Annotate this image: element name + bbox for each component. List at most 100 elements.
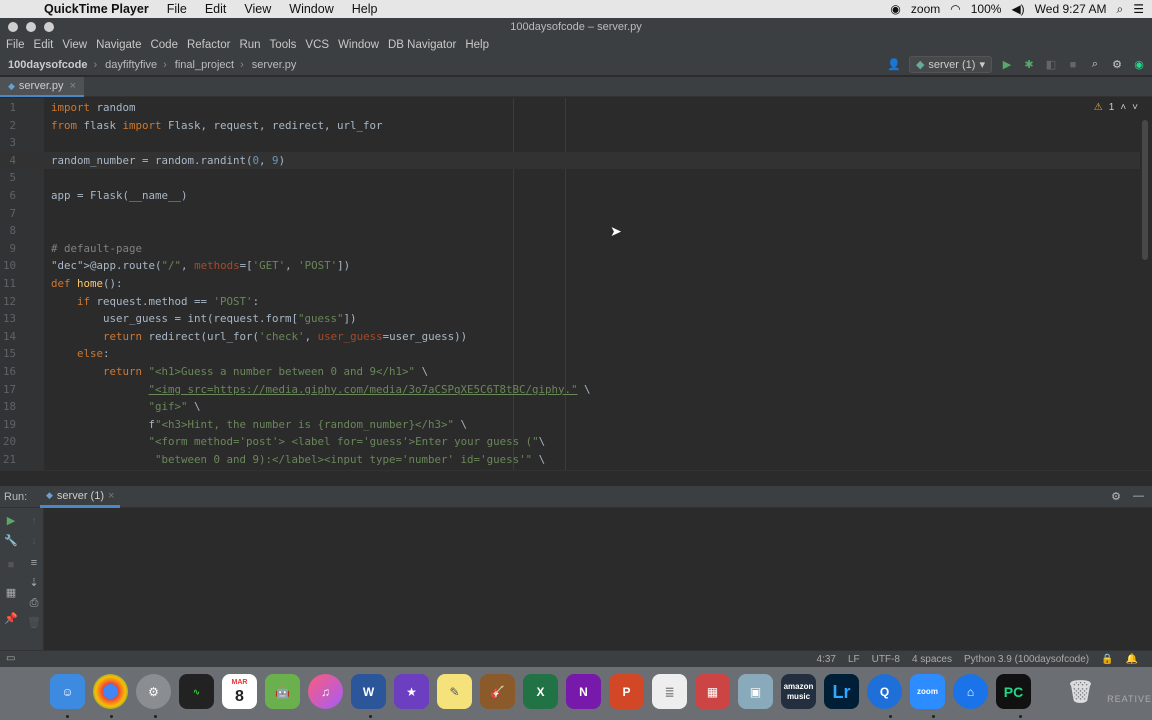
- run-icon[interactable]: ▶: [1000, 58, 1014, 72]
- photo-booth-icon[interactable]: ▦: [695, 674, 730, 709]
- pin-icon[interactable]: 📌: [4, 612, 18, 626]
- zoom-status[interactable]: zoom: [911, 2, 940, 16]
- menu-view[interactable]: View: [244, 2, 271, 16]
- editor-scrollbar[interactable]: [1142, 120, 1148, 260]
- ide-menu-db-navigator[interactable]: DB Navigator: [388, 39, 456, 51]
- code-line[interactable]: 19 f"<h3>Hint, the number is {random_num…: [0, 416, 1140, 434]
- wrench-icon[interactable]: 🔧: [4, 534, 18, 548]
- code-line[interactable]: 5: [0, 169, 1140, 187]
- excel-icon[interactable]: X: [523, 674, 558, 709]
- control-center-icon[interactable]: ☰: [1133, 2, 1144, 16]
- code-line[interactable]: 2 from flask import Flask, request, redir…: [0, 117, 1140, 135]
- imovie-icon[interactable]: ★: [394, 674, 429, 709]
- battery-percent[interactable]: 100%: [971, 2, 1002, 16]
- python-interpreter[interactable]: Python 3.9 (100daysofcode): [964, 654, 1089, 665]
- clock[interactable]: Wed 9:27 AM: [1035, 2, 1107, 16]
- preview-icon[interactable]: ▣: [738, 674, 773, 709]
- stop-icon[interactable]: ■: [1066, 58, 1080, 72]
- code-line[interactable]: 8: [0, 222, 1140, 240]
- code-line[interactable]: 3: [0, 134, 1140, 152]
- airdrop-icon[interactable]: ⌂: [953, 674, 988, 709]
- activity-monitor-icon[interactable]: ∿: [179, 674, 214, 709]
- gear-icon[interactable]: ⚙: [1111, 490, 1121, 503]
- code-line[interactable]: 18 "gif>" \: [0, 398, 1140, 416]
- code-editor[interactable]: ⚠ 1 ˄ ˅ 1 import random 2 from flask import…: [0, 98, 1152, 470]
- code-line[interactable]: 4 random_number = random.randint(0, 9): [0, 151, 1140, 170]
- word-icon[interactable]: W: [351, 674, 386, 709]
- code-line[interactable]: 15 else:: [0, 345, 1140, 363]
- code-line[interactable]: 6 app = Flask(__name__): [0, 187, 1140, 205]
- hide-panel-icon[interactable]: —: [1133, 490, 1144, 503]
- run-configuration-select[interactable]: ◆ server (1) ▾: [908, 56, 992, 73]
- close-tab-icon[interactable]: ×: [108, 490, 114, 502]
- panel-divider[interactable]: [0, 470, 1152, 486]
- lock-icon[interactable]: 🔒: [1101, 654, 1113, 665]
- pycharm-icon[interactable]: PC: [996, 674, 1031, 709]
- code-line[interactable]: 16 return "<h1>Guess a number between 0 …: [0, 363, 1140, 381]
- rerun-icon[interactable]: ▶: [4, 514, 18, 528]
- music-icon[interactable]: ♫: [308, 674, 343, 709]
- stickies-icon[interactable]: ✎: [437, 674, 472, 709]
- ide-menu-file[interactable]: File: [6, 39, 25, 51]
- ide-menu-window[interactable]: Window: [338, 39, 379, 51]
- code-line[interactable]: 12 if request.method == 'POST':: [0, 293, 1140, 311]
- calendar-icon[interactable]: MAR 8: [222, 674, 257, 709]
- code-line[interactable]: 21 "between 0 and 9):</label><input type…: [0, 451, 1140, 469]
- code-line[interactable]: 14 return redirect(url_for('check', user…: [0, 328, 1140, 346]
- textedit-icon[interactable]: ≣: [652, 674, 687, 709]
- user-icon[interactable]: 👤: [887, 58, 901, 72]
- file-encoding[interactable]: UTF-8: [872, 654, 900, 665]
- garageband-icon[interactable]: 🎸: [480, 674, 515, 709]
- breadcrumb-folder-final-project[interactable]: final_project: [175, 59, 234, 71]
- menu-help[interactable]: Help: [352, 2, 378, 16]
- search-icon[interactable]: ⌕: [1088, 58, 1102, 72]
- trash-icon[interactable]: 🗑: [1063, 674, 1098, 709]
- code-line[interactable]: 20 "<form method='post'> <label for='gue…: [0, 433, 1140, 451]
- ide-menu-refactor[interactable]: Refactor: [187, 39, 230, 51]
- ide-menu-edit[interactable]: Edit: [34, 39, 54, 51]
- wifi-icon[interactable]: ◠: [950, 2, 960, 16]
- breadcrumb-file[interactable]: server.py: [252, 59, 297, 71]
- android-icon[interactable]: 🤖: [265, 674, 300, 709]
- app-name-menu[interactable]: QuickTime Player: [44, 2, 149, 16]
- code-line[interactable]: 11 def home():: [0, 275, 1140, 293]
- code-line[interactable]: 7: [0, 205, 1140, 223]
- run-console[interactable]: ▶ ↑ 🔧 ↓ ■ ≡ ⇣ ▦ ⎙ 📌 🗑: [0, 508, 1152, 650]
- breadcrumb-project[interactable]: 100daysofcode: [8, 59, 87, 71]
- record-icon[interactable]: ◉: [890, 2, 900, 16]
- caret-position[interactable]: 4:37: [816, 654, 835, 665]
- onenote-icon[interactable]: N: [566, 674, 601, 709]
- debug-icon[interactable]: ✱: [1022, 58, 1036, 72]
- menu-edit[interactable]: Edit: [205, 2, 227, 16]
- layout-icon[interactable]: ▦: [4, 586, 18, 600]
- finder-icon[interactable]: ☺: [50, 674, 85, 709]
- code-line[interactable]: 17 "<img src=https://media.giphy.com/med…: [0, 381, 1140, 399]
- ide-menu-help[interactable]: Help: [465, 39, 489, 51]
- volume-icon[interactable]: ◀): [1011, 2, 1024, 16]
- zoom-icon[interactable]: zoom: [910, 674, 945, 709]
- soft-wrap-icon[interactable]: ≡: [27, 556, 41, 570]
- system-preferences-icon[interactable]: ⚙: [136, 674, 171, 709]
- scroll-up-icon[interactable]: ↑: [27, 514, 41, 528]
- notifications-icon[interactable]: 🔔: [1126, 654, 1138, 665]
- code-line[interactable]: 1 import random: [0, 99, 1140, 117]
- jetbrains-logo-icon[interactable]: ◉: [1132, 58, 1146, 72]
- amazon-music-icon[interactable]: amazon music: [781, 674, 816, 709]
- ide-menu-code[interactable]: Code: [150, 39, 178, 51]
- chrome-icon[interactable]: [93, 674, 128, 709]
- scroll-to-end-icon[interactable]: ⇣: [27, 576, 41, 590]
- gear-icon[interactable]: ⚙: [1110, 58, 1124, 72]
- ide-menu-tools[interactable]: Tools: [270, 39, 297, 51]
- ide-menu-vcs[interactable]: VCS: [305, 39, 329, 51]
- powerpoint-icon[interactable]: P: [609, 674, 644, 709]
- code-line[interactable]: 10 "dec">@app.route("/", methods=['GET', …: [0, 257, 1140, 275]
- stop-icon[interactable]: ■: [4, 558, 18, 572]
- lightroom-icon[interactable]: Lr: [824, 674, 859, 709]
- coverage-icon[interactable]: ◧: [1044, 58, 1058, 72]
- breadcrumb-folder-dayfiftyfive[interactable]: dayfiftyfive: [105, 59, 157, 71]
- tab-server-py[interactable]: ◆ server.py ×: [0, 77, 84, 97]
- spotlight-search-icon[interactable]: ⌕: [1117, 2, 1124, 17]
- code-line[interactable]: 13 user_guess = int(request.form["guess"…: [0, 310, 1140, 328]
- quicktime-icon[interactable]: Q: [867, 674, 902, 709]
- line-separator[interactable]: LF: [848, 654, 860, 665]
